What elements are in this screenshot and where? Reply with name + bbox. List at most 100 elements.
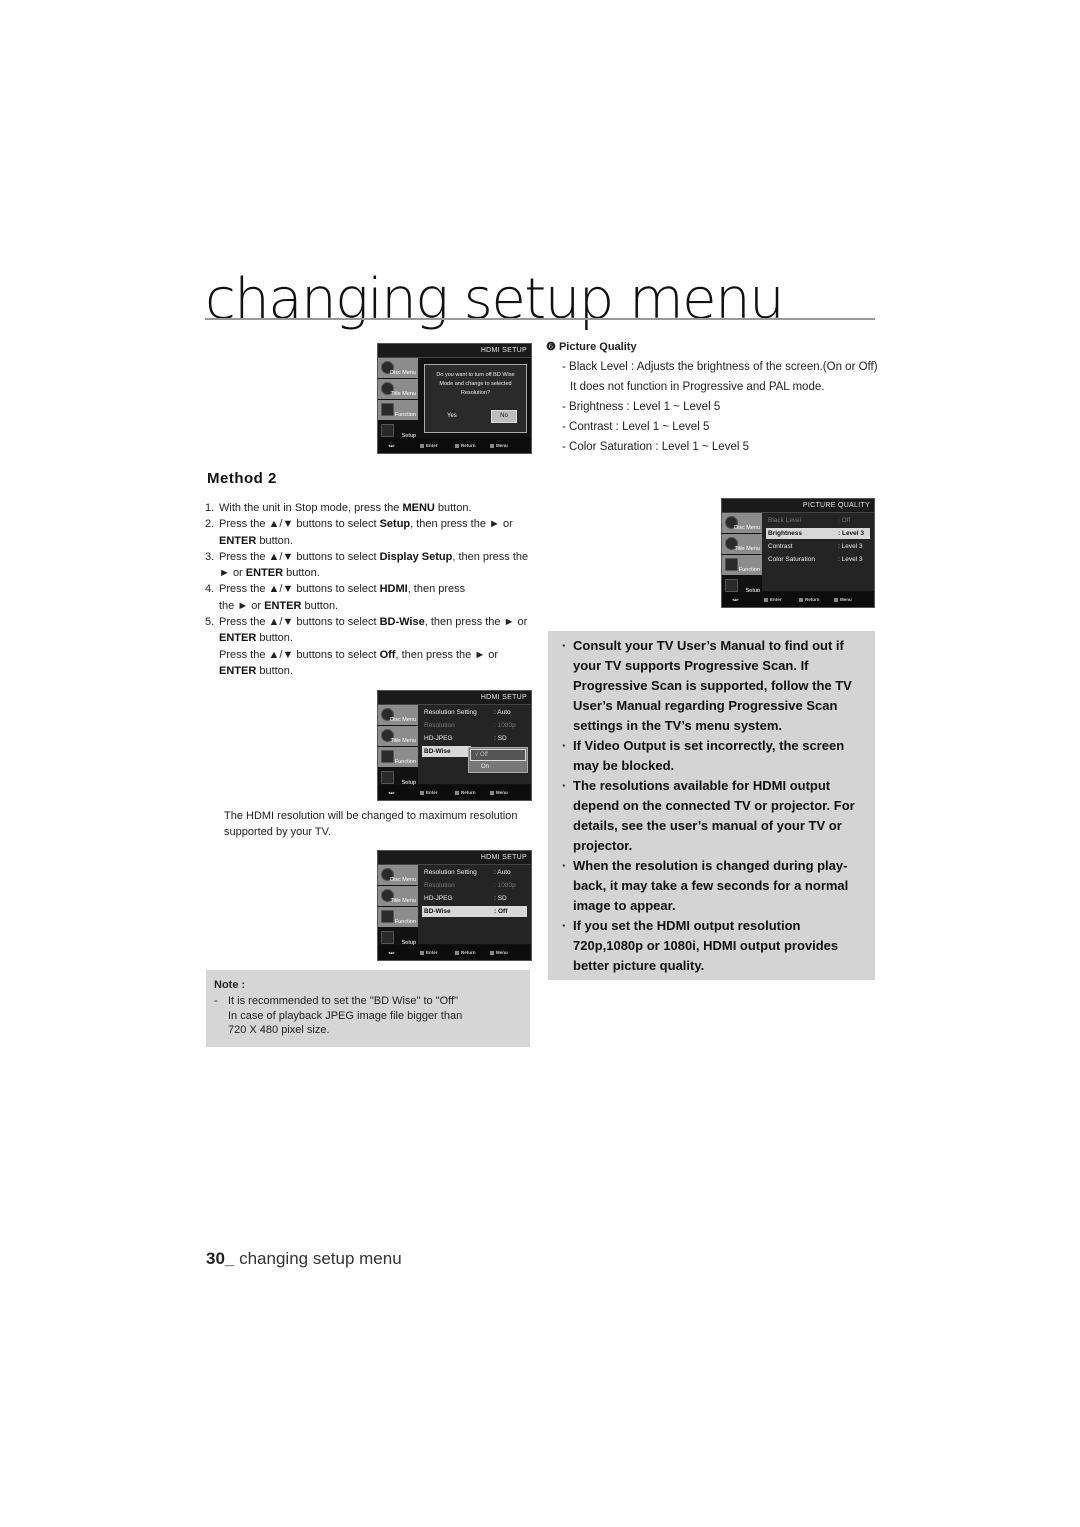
osd-side-function: Function	[378, 400, 418, 420]
osd-no-option: No	[491, 410, 517, 423]
pq-line: - Brightness : Level 1 ~ Level 5	[562, 401, 721, 413]
menu-button-icon	[490, 443, 494, 448]
tip-item: · When the resolution is changed during p…	[562, 858, 849, 913]
note-text: - It is recommended to set the "BD Wise"…	[214, 995, 463, 1036]
osd-hdmi-final: HDMI SETUP Disc Menu Title Menu Function…	[377, 850, 532, 961]
osd-header: PICTURE QUALITY	[722, 499, 874, 513]
menu-hint: Menu	[490, 945, 508, 960]
osd-row: Black Level: Off	[768, 517, 851, 524]
osd-side-function: Function	[378, 747, 418, 767]
note-box: Note : - It is recommended to set the "B…	[206, 970, 530, 1047]
menu-hint: Menu	[490, 785, 508, 800]
osd-main: Black Level: Off Brightness: Level 3 Con…	[762, 513, 874, 591]
osd-footer: ◂▴▸ Enter Return Menu	[722, 592, 874, 607]
osd-sidebar: Disc Menu Title Menu Function Setup	[378, 865, 418, 949]
osd-footer: ◂▴▸ Enter Return Menu	[378, 438, 531, 453]
osd-picture-quality: PICTURE QUALITY Disc Menu Title Menu Fun…	[721, 498, 875, 608]
enter-hint: Enter	[420, 945, 438, 960]
osd-sidebar: Disc Menu Title Menu Function Setup	[722, 513, 762, 597]
osd-row: Color Saturation: Level 3	[768, 556, 863, 563]
osd-hdmi-bdwise-popup: HDMI SETUP Disc Menu Title Menu Function…	[377, 690, 532, 801]
return-hint: Return	[455, 785, 476, 800]
osd-header: HDMI SETUP	[378, 851, 531, 865]
pq-line: - Black Level : Adjusts the brightness o…	[562, 361, 878, 393]
return-hint: Return	[799, 592, 820, 607]
osd-sidebar: Disc Menu Title Menu Function Setup	[378, 705, 418, 789]
nav-arrows-icon: ◂▴▸	[388, 790, 395, 795]
osd-main: Resolution Setting: Auto Resolution: 108…	[418, 705, 531, 784]
osd-main: Do you want to turn off BD Wise Mode and…	[418, 358, 531, 437]
enter-hint: Enter	[420, 785, 438, 800]
function-icon	[381, 750, 394, 763]
osd-row: Resolution Setting: Auto	[424, 869, 511, 876]
osd-side-title-menu: Title Menu	[722, 534, 762, 554]
setup-icon	[381, 771, 394, 784]
step-2: 2. Press the ▲/▼ buttons to select Setup,…	[205, 518, 513, 547]
step-1: 1. With the unit in Stop mode, press the …	[205, 502, 472, 514]
enter-button-icon	[420, 950, 424, 955]
osd-header: HDMI SETUP	[378, 344, 531, 358]
enter-button-icon	[420, 443, 424, 448]
osd-side-function: Function	[378, 907, 418, 927]
tip-item: · If you set the HDMI output resolution 7…	[562, 918, 839, 973]
tip-item: · If Video Output is set incorrectly, the…	[562, 738, 845, 773]
picture-quality-section: ❻ Picture Quality - Black Level : Adjust…	[546, 339, 881, 457]
return-hint: Return	[455, 945, 476, 960]
enter-hint: Enter	[764, 592, 782, 607]
footer-title: changing setup menu	[234, 1249, 402, 1268]
tip-item: · Consult your TV User’s Manual to find o…	[562, 638, 852, 733]
page-number: 30_	[206, 1249, 235, 1268]
osd-main: Resolution Setting: Auto Resolution: 108…	[418, 865, 531, 944]
step-4: 4. Press the ▲/▼ buttons to select HDMI, …	[205, 583, 466, 612]
title-divider	[205, 318, 875, 320]
osd-dialog-box: Do you want to turn off BD Wise Mode and…	[424, 364, 527, 433]
note-heading: Note :	[214, 979, 246, 991]
osd-row-selected: Brightness: Level 3	[766, 528, 870, 539]
osd-side-disc-menu: Disc Menu	[378, 358, 418, 378]
number-6-icon: ❻	[546, 341, 556, 353]
osd-header: HDMI SETUP	[378, 691, 531, 705]
pq-line: - Color Saturation : Level 1 ~ Level 5	[562, 441, 749, 453]
osd-hdmi-dialog: HDMI SETUP Disc Menu Title Menu Function…	[377, 343, 532, 454]
return-button-icon	[455, 950, 459, 955]
tips-box: · Consult your TV User’s Manual to find o…	[548, 631, 875, 980]
function-icon	[381, 403, 394, 416]
page-footer: 30_ changing setup menu	[206, 1249, 402, 1269]
osd-row-selected: BD-Wise: Off	[422, 906, 527, 917]
menu-button-icon	[834, 597, 838, 602]
setup-icon	[381, 424, 394, 437]
menu-button-icon	[490, 950, 494, 955]
osd-footer: ◂▴▸ Enter Return Menu	[378, 945, 531, 960]
osd-row: HD-JPEG: SD	[424, 895, 507, 902]
osd-side-function: Function	[722, 555, 762, 575]
osd-sidebar: Disc Menu Title Menu Function Setup	[378, 358, 418, 442]
method-steps: 1. With the unit in Stop mode, press the …	[205, 500, 535, 679]
menu-hint: Menu	[490, 438, 508, 453]
nav-arrows-icon: ◂▴▸	[732, 597, 739, 602]
return-button-icon	[455, 790, 459, 795]
osd-row: HD-JPEG: SD	[424, 735, 507, 742]
return-hint: Return	[455, 438, 476, 453]
osd-popup-option-off: √ Off	[470, 749, 526, 761]
osd-footer: ◂▴▸ Enter Return Menu	[378, 785, 531, 800]
osd-popup-list: √ Off On	[468, 747, 528, 773]
osd-yes-option: Yes	[447, 413, 457, 419]
osd-dialog-message: Do you want to turn off BD Wise Mode and…	[436, 372, 515, 396]
osd-row: Resolution Setting: Auto	[424, 709, 511, 716]
hdmi-caption: The HDMI resolution will be changed to m…	[224, 810, 518, 839]
enter-hint: Enter	[420, 438, 438, 453]
osd-side-disc-menu: Disc Menu	[378, 865, 418, 885]
return-button-icon	[455, 443, 459, 448]
enter-button-icon	[420, 790, 424, 795]
step-5: 5. Press the ▲/▼ buttons to select BD-Wis…	[205, 616, 528, 677]
page-title: changing setup menu	[205, 267, 785, 332]
function-icon	[381, 910, 394, 923]
osd-side-title-menu: Title Menu	[378, 379, 418, 399]
setup-icon	[725, 579, 738, 592]
pq-line: - Contrast : Level 1 ~ Level 5	[562, 421, 710, 433]
osd-row: Resolution: 1080p	[424, 882, 516, 889]
osd-row: Contrast: Level 3	[768, 543, 863, 550]
osd-row-selected: BD-Wise	[422, 746, 471, 757]
nav-arrows-icon: ◂▴▸	[388, 443, 395, 448]
osd-side-disc-menu: Disc Menu	[378, 705, 418, 725]
